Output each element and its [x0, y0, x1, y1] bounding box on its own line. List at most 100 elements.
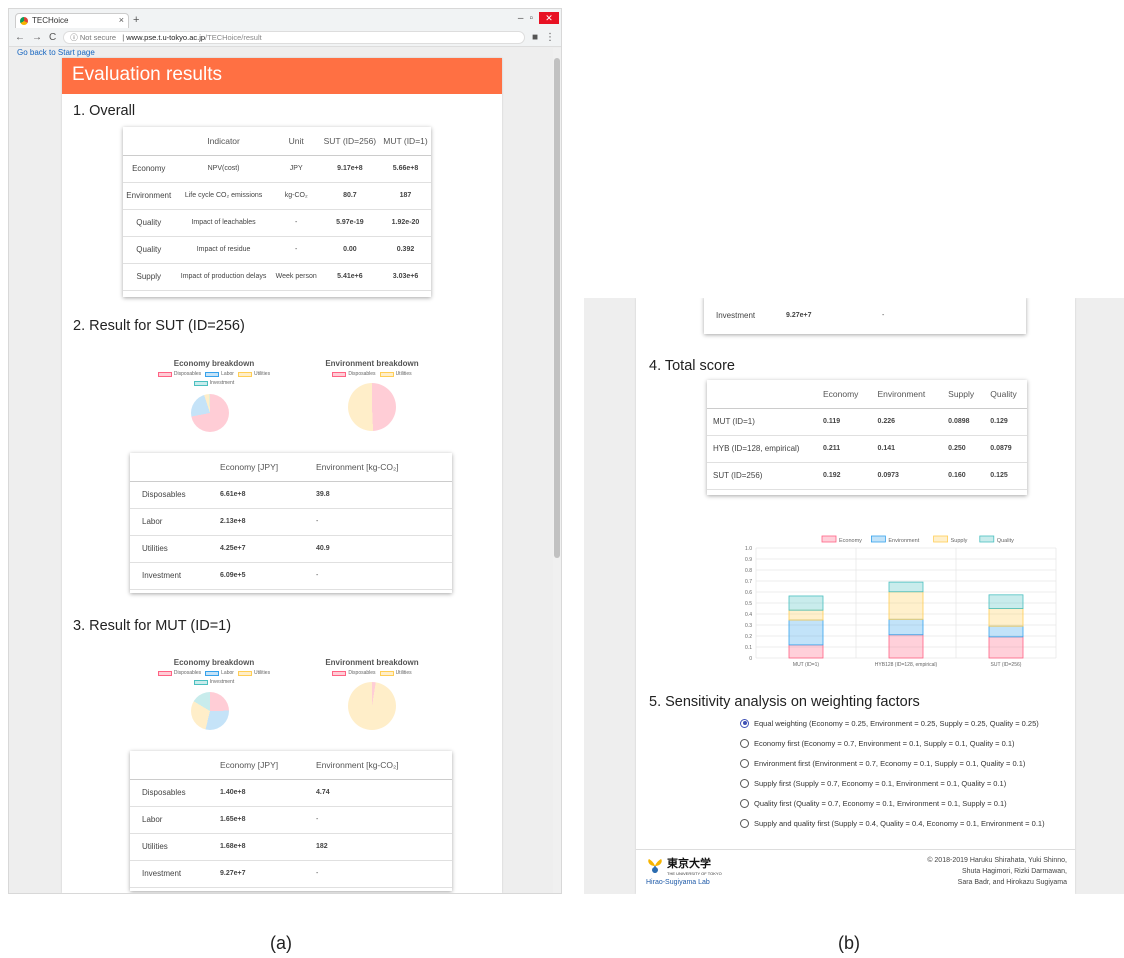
bar-segment	[888, 591, 924, 620]
legend-item: Investment	[193, 380, 234, 386]
total-row-name: SUT (ID=256)	[707, 462, 817, 490]
results-card-bottom: Investment 9.27e+7 - 4. Total score Econ…	[636, 298, 1075, 894]
overall-cell-unit: kg-CO₂	[272, 182, 320, 210]
overall-cell-mut: 5.66e+8	[379, 155, 431, 183]
legend-swatch	[157, 371, 172, 377]
breakdown-economy: 1.68e+8	[220, 833, 316, 861]
legend-label: Quality	[997, 538, 1014, 544]
legend-swatch	[157, 670, 172, 676]
reload-icon[interactable]: C	[49, 32, 56, 43]
legend-swatch	[193, 380, 208, 386]
breakdown-economy: 2.13e+8	[220, 508, 316, 536]
legend-label: Economy	[839, 538, 862, 544]
profile-icon[interactable]: ■	[532, 32, 538, 43]
overall-cell-category: Supply	[123, 263, 175, 291]
tail-row-environment: -	[882, 298, 1026, 335]
breakdown-item: Investment	[130, 860, 220, 888]
logo-subtext: THE UNIVERSITY OF TOKYO	[667, 871, 722, 876]
y-tick-label: 0.1	[745, 645, 752, 651]
bar-segment	[888, 634, 924, 659]
total-cell-environment: 0.0973	[871, 462, 943, 490]
breakdown-environment: 39.8	[316, 481, 452, 509]
legend-swatch	[821, 535, 837, 543]
window-controls: – ▫ ✕	[518, 12, 559, 24]
radio-button[interactable]	[740, 758, 749, 768]
weighting-option[interactable]: Environment first (Environment = 0.7, Ec…	[740, 753, 1045, 773]
back-to-start-link[interactable]: Go back to Start page	[17, 48, 95, 57]
total-cell-environment: 0.141	[871, 435, 943, 463]
sut-economy-title: Economy breakdown	[173, 359, 255, 368]
weighting-option-label: Equal weighting (Economy = 0.25, Environ…	[754, 718, 1039, 728]
legend-item: Utilities	[379, 670, 412, 676]
sut-environment-pie	[348, 383, 396, 431]
total-cell-quality: 0.0879	[984, 435, 1027, 463]
mut-environment-title: Environment breakdown	[325, 658, 419, 667]
table-row: Utilities 1.68e+8 182	[130, 833, 452, 861]
breakdown-environment: -	[316, 562, 452, 590]
back-arrow-icon[interactable]: ←	[15, 32, 25, 43]
sut-environment-title: Environment breakdown	[325, 359, 419, 368]
address-bar[interactable]: ⓘ Not secure | www.pse.t.u-tokyo.ac.jp/T…	[63, 31, 525, 44]
legend-label: Disposables	[348, 670, 376, 676]
scrollbar[interactable]	[553, 48, 561, 893]
legend-item: Utilities	[379, 371, 412, 377]
forward-arrow-icon[interactable]: →	[32, 32, 42, 43]
url-path: /TECHoice/result	[205, 33, 262, 42]
table-row: SUT (ID=256) 0.192 0.0973 0.160 0.125	[707, 462, 1027, 490]
lab-link[interactable]: Hirao-Sugiyama Lab	[646, 879, 736, 886]
menu-kebab-icon[interactable]: ⋮	[545, 32, 555, 43]
table-row: Disposables 6.61e+8 39.8	[130, 481, 452, 509]
weighting-option[interactable]: Economy first (Economy = 0.7, Environmen…	[740, 733, 1045, 753]
sut-table-card: Economy [JPY] Environment [kg-CO₂] Dispos…	[130, 453, 452, 593]
radio-button[interactable]	[740, 798, 749, 808]
total-cell-environment: 0.226	[871, 408, 943, 436]
breakdown-environment: -	[316, 860, 452, 888]
info-icon[interactable]: ⓘ	[70, 33, 78, 42]
breakdown-economy: 9.27e+7	[220, 860, 316, 888]
radio-button[interactable]	[740, 718, 749, 728]
weighting-option[interactable]: Supply and quality first (Supply = 0.4, …	[740, 813, 1045, 833]
table-row: Utilities 4.25e+7 40.9	[130, 535, 452, 563]
new-tab-button[interactable]: +	[133, 14, 139, 26]
overall-cell-category: Economy	[123, 155, 175, 183]
radio-button[interactable]	[740, 818, 749, 828]
browser-tab[interactable]: TECHoice ×	[15, 13, 129, 28]
breakdown-environment: -	[316, 806, 452, 834]
overall-cell-indicator: Impact of leachables	[174, 209, 273, 237]
url-host: www.pse.t.u-tokyo.ac.jp	[126, 33, 206, 42]
close-window-icon[interactable]: ✕	[539, 12, 559, 24]
overall-col-header	[123, 127, 175, 156]
sut-economy-legend: Disposables Labor Utilities Investment	[144, 371, 284, 386]
mut-table-tail-card: Investment 9.27e+7 -	[704, 298, 1026, 335]
weighting-option[interactable]: Equal weighting (Economy = 0.25, Environ…	[740, 713, 1045, 733]
close-tab-icon[interactable]: ×	[119, 15, 124, 25]
radio-button[interactable]	[740, 738, 749, 748]
radio-button[interactable]	[740, 778, 749, 788]
minimize-icon[interactable]: –	[518, 13, 524, 24]
legend-swatch	[332, 371, 347, 377]
legend-item: Utilities	[237, 371, 270, 377]
weighting-option-label: Environment first (Environment = 0.7, Ec…	[754, 758, 1026, 768]
restore-icon[interactable]: ▫	[529, 13, 533, 24]
sut-heading: 2. Result for SUT (ID=256)	[73, 318, 245, 334]
table-row: Disposables 1.40e+8 4.74	[130, 779, 452, 807]
total-col-header: Supply	[942, 380, 985, 409]
table-row: Environment Life cycle CO₂ emissions kg-CO…	[123, 182, 431, 210]
total-row-name: HYB (ID=128, empirical)	[707, 435, 817, 463]
weighting-option[interactable]: Supply first (Supply = 0.7, Economy = 0.…	[740, 773, 1045, 793]
caption-b: (b)	[838, 933, 860, 953]
bar-segment	[888, 618, 924, 636]
overall-cell-indicator: NPV(cost)	[174, 155, 273, 183]
total-score-table: Economy Environment Supply Quality MUT (ID=…	[707, 380, 1027, 490]
total-cell-supply: 0.0898	[942, 408, 985, 436]
weighting-option[interactable]: Quality first (Quality = 0.7, Economy = …	[740, 793, 1045, 813]
overall-cell-unit: -	[272, 209, 320, 237]
overall-cell-sut: 5.41e+6	[319, 263, 380, 291]
legend-swatch	[205, 371, 220, 377]
copyright-line-2: Shuta Hagimori, Rizki Darmawan,	[961, 868, 1067, 875]
overall-cell-category: Quality	[123, 209, 175, 237]
sensitivity-heading: 5. Sensitivity analysis on weighting fac…	[649, 694, 920, 710]
scrollbar-thumb[interactable]	[554, 58, 560, 558]
copyright-line-3: Sara Badr, and Hirokazu Sugiyama	[957, 879, 1067, 886]
total-cell-economy: 0.119	[817, 408, 872, 436]
